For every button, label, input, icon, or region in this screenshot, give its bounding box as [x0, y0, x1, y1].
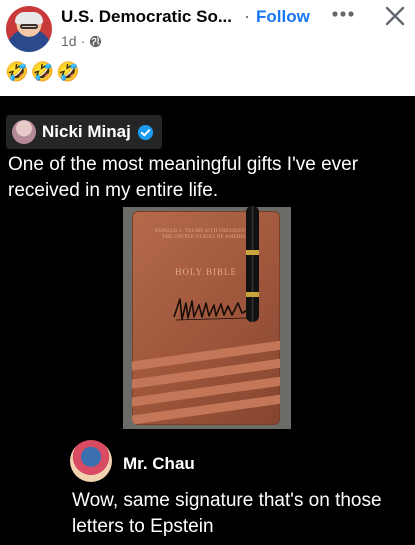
fountain-pen: [246, 206, 259, 322]
page-name[interactable]: U.S. Democratic So...: [61, 7, 232, 27]
commenter-name: Mr. Chau: [123, 454, 195, 473]
quoted-post-text: One of the most meaningful gifts I've ev…: [8, 154, 359, 201]
reaction-emojis: 🤣 🤣 🤣: [5, 62, 80, 84]
globe-icon: [90, 35, 102, 47]
laughing-emoji: 🤣: [56, 62, 81, 83]
commenter-avatar: [70, 440, 112, 482]
meta-separator: ·: [80, 33, 86, 49]
quoted-author-chip: Nicki Minaj: [6, 115, 162, 149]
close-icon[interactable]: [383, 4, 407, 28]
avatar-glasses: [20, 24, 38, 29]
quoted-author-avatar: [12, 120, 36, 144]
post-meta: 1d ·: [61, 33, 102, 49]
pen-band: [246, 292, 259, 297]
post-time[interactable]: 1d: [61, 33, 77, 49]
quoted-author-name: Nicki Minaj: [42, 122, 131, 141]
signature-image: [173, 298, 251, 321]
laughing-emoji: 🤣: [5, 62, 29, 83]
post-header: U.S. Democratic So... · Follow 1d · 🤣 🤣 …: [0, 0, 415, 96]
bible-title: HOLY BIBLE: [174, 267, 237, 277]
pen-band: [246, 250, 259, 255]
verified-badge-icon: [137, 124, 153, 140]
name-separator: ·: [244, 6, 250, 26]
flag-emboss: [132, 337, 280, 425]
bible-header-text: DONALD J. TRUMP 45TH PRESIDENT OF THE UN…: [154, 229, 258, 240]
comment-text: Wow, same signature that's on those lett…: [72, 490, 382, 537]
more-horizontal-icon[interactable]: [330, 4, 356, 24]
avatar-hair: [15, 12, 43, 24]
page-avatar[interactable]: [6, 6, 52, 52]
laughing-emoji: 🤣: [30, 62, 55, 83]
follow-button[interactable]: Follow: [256, 7, 310, 27]
